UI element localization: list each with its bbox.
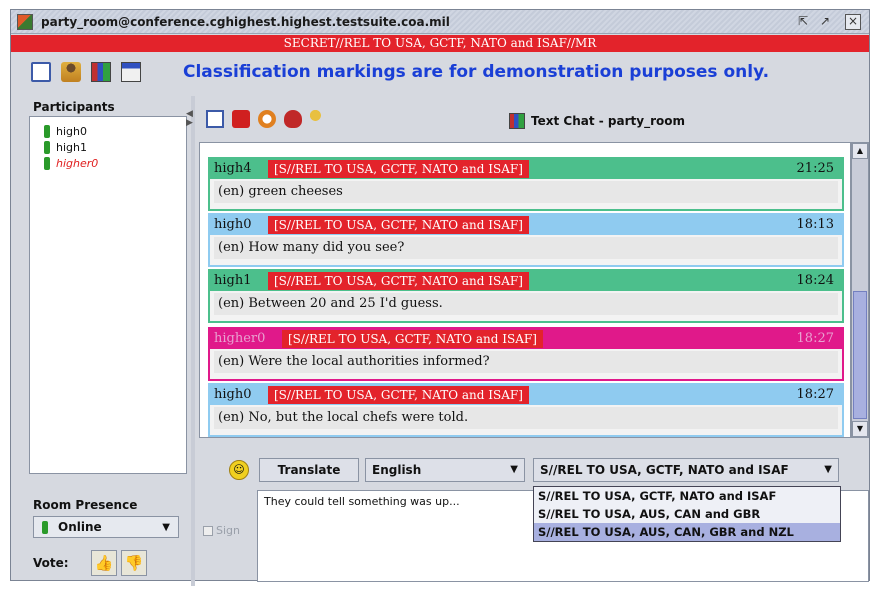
participant-item[interactable]: high1: [44, 139, 87, 155]
message-header: high1 [S//REL TO USA, GCTF, NATO and ISA…: [210, 271, 842, 291]
message-header: higher0 [S//REL TO USA, GCTF, NATO and I…: [210, 329, 842, 349]
classification-dropdown[interactable]: S//REL TO USA, GCTF, NATO and ISAF S//RE…: [533, 486, 841, 542]
smiley-icon[interactable]: ☺: [229, 460, 249, 480]
app-icon: [17, 14, 33, 30]
block-icon[interactable]: [232, 110, 250, 128]
participant-name: higher0: [56, 156, 99, 170]
scroll-down-icon[interactable]: ▼: [852, 421, 868, 437]
language-select[interactable]: English ▼: [365, 458, 525, 482]
scroll-thumb[interactable]: [853, 291, 867, 419]
close-icon[interactable]: ×: [845, 14, 861, 30]
message-classification: [S//REL TO USA, GCTF, NATO and ISAF]: [268, 216, 529, 234]
sign-label: Sign: [216, 524, 240, 537]
message-sender: high4: [214, 161, 252, 176]
message-classification: [S//REL TO USA, GCTF, NATO and ISAF]: [268, 386, 529, 404]
window-list-icon[interactable]: [31, 62, 51, 82]
scroll-up-icon[interactable]: ▲: [852, 143, 868, 159]
message-sender: high0: [214, 217, 252, 232]
message-time: 18:27: [796, 331, 834, 346]
chat-message: higher0 [S//REL TO USA, GCTF, NATO and I…: [208, 327, 844, 381]
message-text: (en) How many did you see?: [214, 237, 838, 259]
user-icon[interactable]: [61, 62, 81, 82]
chat-message: high0 [S//REL TO USA, GCTF, NATO and ISA…: [208, 383, 844, 437]
message-header: high0 [S//REL TO USA, GCTF, NATO and ISA…: [210, 385, 842, 405]
collapse-grip-icon[interactable]: ◀ ▶: [186, 110, 194, 130]
chat-title: Text Chat - party_room: [531, 114, 685, 128]
participant-name: high1: [56, 140, 87, 154]
message-text: (en) Were the local authorities informed…: [214, 351, 838, 373]
chart-icon[interactable]: [91, 62, 111, 82]
online-icon: [44, 156, 50, 170]
message-classification: [S//REL TO USA, GCTF, NATO and ISAF]: [268, 272, 529, 290]
window-title: party_room@conference.cghighest.highest.…: [41, 15, 450, 29]
search-icon[interactable]: [310, 110, 328, 128]
message-header: high0 [S//REL TO USA, GCTF, NATO and ISA…: [210, 215, 842, 235]
room-presence-label: Room Presence: [33, 498, 138, 512]
history-icon[interactable]: [258, 110, 276, 128]
message-sender: high1: [214, 273, 252, 288]
message-time: 18:24: [796, 273, 834, 288]
favorite-icon[interactable]: [284, 110, 302, 128]
chat-log[interactable]: high4 [S//REL TO USA, GCTF, NATO and ISA…: [199, 142, 851, 438]
compose-toolbar: ☺ Translate English ▼ S//REL TO USA, GCT…: [199, 448, 869, 488]
participant-item[interactable]: high0: [44, 123, 87, 139]
message-classification: [S//REL TO USA, GCTF, NATO and ISAF]: [268, 160, 529, 178]
message-sender: higher0: [214, 331, 266, 346]
participants-title: Participants: [33, 100, 115, 114]
chevron-down-icon: ▼: [162, 521, 170, 533]
dropdown-option[interactable]: S//REL TO USA, GCTF, NATO and ISAF: [534, 487, 840, 505]
participants-list: high0 high1 higher0: [29, 116, 187, 474]
message-header: high4 [S//REL TO USA, GCTF, NATO and ISA…: [210, 159, 842, 179]
chevron-down-icon: ▼: [510, 464, 518, 475]
message-text: (en) Between 20 and 25 I'd guess.: [214, 293, 838, 315]
classification-banner: SECRET//REL TO USA, GCTF, NATO and ISAF/…: [11, 35, 869, 52]
dropdown-option-highlighted[interactable]: S//REL TO USA, AUS, CAN, GBR and NZL: [534, 523, 840, 541]
maximize-icon[interactable]: ↗: [817, 14, 833, 30]
message-time: 21:25: [796, 161, 834, 176]
chat-message: high4 [S//REL TO USA, GCTF, NATO and ISA…: [208, 157, 844, 211]
online-icon: [44, 140, 50, 154]
participant-name: high0: [56, 124, 87, 138]
participant-item[interactable]: higher0: [44, 155, 98, 171]
chat-window: party_room@conference.cghighest.highest.…: [10, 9, 870, 586]
online-icon: [44, 124, 50, 138]
chat-header: Text Chat - party_room: [509, 113, 685, 129]
checkbox-box[interactable]: [203, 525, 213, 536]
window-list-icon[interactable]: [206, 110, 224, 128]
main-toolbar: [31, 62, 141, 84]
demo-disclaimer: Classification markings are for demonstr…: [183, 62, 770, 82]
participants-panel: Participants high0 high1 higher0: [25, 96, 187, 488]
vote-label: Vote:: [33, 556, 69, 570]
message-text: (en) green cheeses: [214, 181, 838, 203]
presence-select[interactable]: Online ▼: [33, 516, 179, 538]
classification-value: S//REL TO USA, GCTF, NATO and ISAF: [540, 463, 789, 477]
vote-down-button[interactable]: 👎: [121, 550, 147, 576]
translate-button[interactable]: Translate: [259, 458, 359, 482]
presence-value: Online: [58, 520, 102, 534]
restore-icon[interactable]: ⇱: [795, 14, 811, 30]
chat-scrollbar[interactable]: ▲ ▼: [851, 142, 869, 438]
presence-icon: [42, 520, 48, 534]
title-bar[interactable]: party_room@conference.cghighest.highest.…: [11, 10, 869, 34]
classification-select[interactable]: S//REL TO USA, GCTF, NATO and ISAF ▼: [533, 458, 839, 482]
dropdown-option[interactable]: S//REL TO USA, AUS, CAN and GBR: [534, 505, 840, 523]
message-sender: high0: [214, 387, 252, 402]
chat-message: high0 [S//REL TO USA, GCTF, NATO and ISA…: [208, 213, 844, 267]
message-time: 18:27: [796, 387, 834, 402]
sign-checkbox[interactable]: Sign: [203, 524, 240, 537]
chat-message: high1 [S//REL TO USA, GCTF, NATO and ISA…: [208, 269, 844, 323]
chevron-down-icon: ▼: [824, 464, 832, 475]
message-classification: [S//REL TO USA, GCTF, NATO and ISAF]: [282, 330, 543, 348]
whiteboard-icon[interactable]: [121, 62, 141, 82]
panel-splitter[interactable]: [191, 96, 195, 586]
message-time: 18:13: [796, 217, 834, 232]
message-text: (en) No, but the local chefs were told.: [214, 407, 838, 429]
chat-icon: [509, 113, 525, 129]
vote-up-button[interactable]: 👍: [91, 550, 117, 576]
chat-toolbar: [206, 108, 328, 130]
language-value: English: [372, 463, 422, 477]
